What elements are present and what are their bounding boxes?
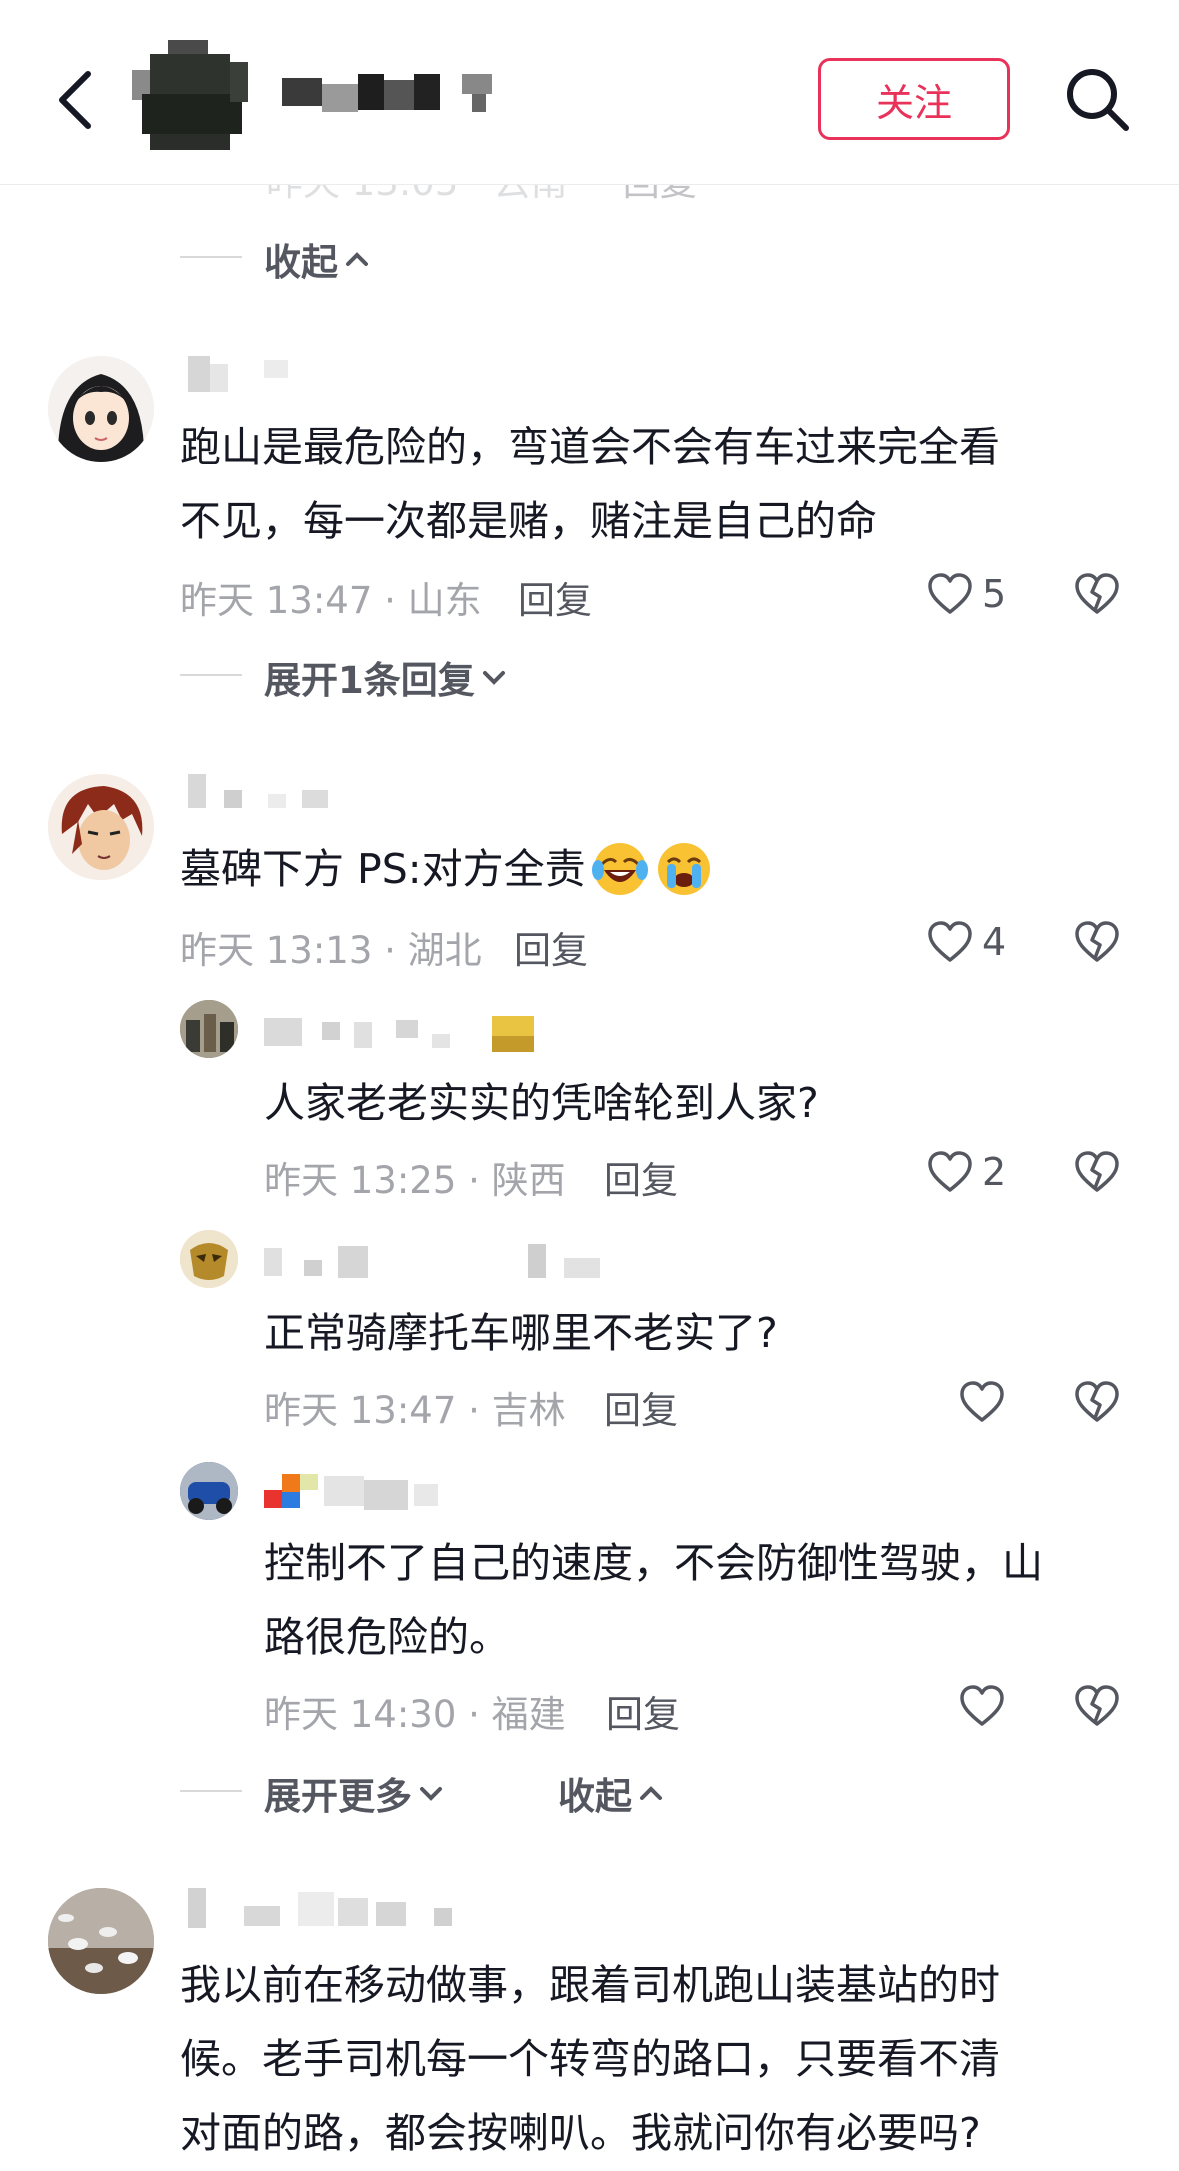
reply-button[interactable]: 回复 (606, 1684, 680, 1738)
top-bar: 关注 (0, 0, 1179, 185)
mask-avatar-icon (180, 1230, 238, 1288)
reply-meta: 昨天 13:25 · 陕西 (264, 1159, 566, 1202)
heart-outline-icon (928, 573, 972, 614)
anime-boy-avatar-icon (48, 774, 154, 880)
broken-heart-icon (1075, 1151, 1119, 1192)
collapse-replies-button[interactable]: 收起 (558, 1766, 664, 1820)
like-button[interactable] (958, 1682, 1006, 1730)
author-avatar[interactable] (132, 40, 248, 150)
anime-girl-avatar-icon (48, 356, 154, 462)
collapse-label: 收起 (558, 1775, 632, 1818)
broken-heart-icon (1075, 921, 1119, 962)
reply-button[interactable]: 回复 (604, 1150, 678, 1204)
chevron-up-icon (640, 1786, 662, 1800)
dislike-button[interactable] (1072, 1682, 1122, 1730)
collapse-replies-button[interactable]: 收起 (264, 232, 370, 286)
broken-heart-icon (1075, 1685, 1119, 1726)
avatar[interactable] (48, 356, 154, 462)
username[interactable] (188, 356, 298, 392)
like-button[interactable] (926, 570, 974, 618)
chevron-left-icon (59, 71, 91, 129)
expand-more-button[interactable]: 展开更多 (264, 1766, 444, 1820)
avatar[interactable] (48, 774, 154, 880)
dislike-button[interactable] (1072, 918, 1122, 966)
heart-outline-icon (928, 921, 972, 962)
like-count: 4 (982, 920, 1007, 964)
reply-button[interactable]: 回复 (514, 920, 588, 974)
reply-meta: 昨天 13:47 · 吉林 (264, 1389, 566, 1432)
comment-meta: 昨天 13:47 · 山东 (180, 579, 482, 622)
like-count: 5 (982, 572, 1007, 616)
username[interactable] (264, 1472, 464, 1512)
chevron-up-icon (346, 252, 368, 266)
collapse-label: 收起 (264, 241, 338, 284)
dislike-button[interactable] (1072, 1148, 1122, 1196)
comment-text: 墓碑下方 PS:对方全责 (180, 832, 714, 906)
search-icon (1067, 69, 1129, 131)
reply-text: 人家老老实实的凭啥轮到人家? (264, 1079, 819, 1127)
username[interactable] (264, 1016, 534, 1052)
expand-label: 展开1条回复 (264, 659, 475, 702)
reply-button[interactable]: 回复 (518, 570, 592, 624)
avatar[interactable] (180, 1230, 238, 1288)
comment-meta: 昨天 13:13 · 湖北 (180, 929, 482, 972)
expand-replies-button[interactable]: 展开1条回复 (264, 650, 507, 704)
like-button[interactable] (926, 918, 974, 966)
expand-more-label: 展开更多 (264, 1775, 412, 1818)
dislike-button[interactable] (1072, 570, 1122, 618)
broken-heart-icon (1075, 1381, 1119, 1422)
crying-emoji-icon (657, 843, 710, 895)
like-button[interactable] (958, 1378, 1006, 1426)
chevron-down-icon (482, 671, 505, 685)
motorcycle-avatar-icon (180, 1462, 238, 1520)
username[interactable] (264, 1244, 604, 1280)
seagulls-photo-avatar-icon (48, 1888, 154, 1994)
reply-meta: 昨天 14:30 · 福建 (264, 1693, 566, 1736)
author-name[interactable] (282, 74, 492, 114)
broken-heart-icon (1075, 573, 1119, 614)
avatar[interactable] (180, 1462, 238, 1520)
heart-outline-icon (928, 1151, 972, 1192)
back-button[interactable] (52, 70, 100, 130)
chevron-down-icon (420, 1787, 442, 1801)
avatar[interactable] (180, 1000, 238, 1058)
heart-outline-icon (960, 1381, 1004, 1422)
heart-outline-icon (960, 1685, 1004, 1726)
comment-text: 跑山是最危险的，弯道会不会有车过来完全看 不见，每一次都是赌，赌注是自己的命 (180, 423, 1000, 545)
reply-button[interactable]: 回复 (604, 1380, 678, 1434)
like-count: 2 (982, 1150, 1007, 1194)
reply-text: 控制不了自己的速度，不会防御性驾驶，山 路很危险的。 (264, 1539, 1043, 1661)
search-button[interactable] (1064, 66, 1130, 132)
username[interactable] (188, 774, 348, 808)
reply-text: 正常骑摩托车哪里不老实了? (264, 1309, 778, 1357)
like-button[interactable] (926, 1148, 974, 1196)
photo-avatar-icon (180, 1000, 238, 1058)
rofl-emoji-icon (591, 843, 648, 895)
dislike-button[interactable] (1072, 1378, 1122, 1426)
comment-text: 我以前在移动做事，跟着司机跑山装基站的时 候。老手司机每一个转弯的路口，只要看不… (180, 1961, 1000, 2157)
username[interactable] (188, 1888, 458, 1928)
avatar[interactable] (48, 1888, 154, 1994)
follow-button[interactable]: 关注 (818, 58, 1010, 140)
